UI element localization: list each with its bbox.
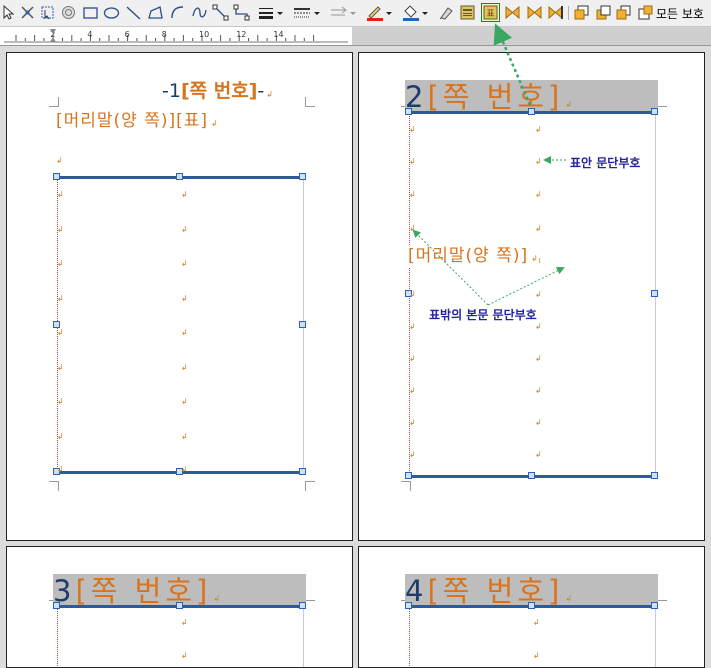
annotation-arrows — [412, 23, 566, 306]
annotation-arrow — [493, 23, 532, 106]
annotation-arrow — [487, 267, 565, 306]
annotation-arrow — [412, 229, 489, 306]
